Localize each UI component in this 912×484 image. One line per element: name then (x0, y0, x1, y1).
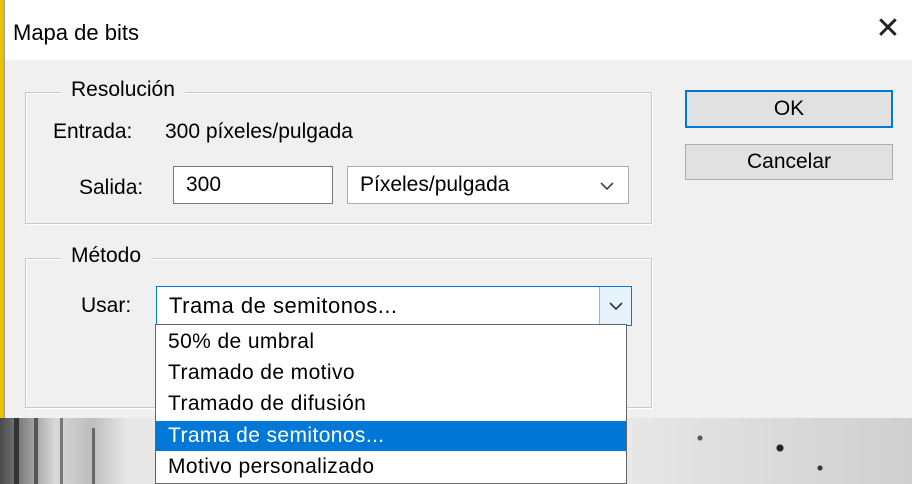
cancel-button[interactable]: Cancelar (685, 144, 893, 180)
dropdown-option-diffusion-dither[interactable]: Tramado de difusión (156, 389, 626, 419)
output-resolution-input[interactable]: 300 (173, 166, 333, 204)
combobox-dropdown-button[interactable] (599, 287, 631, 325)
resolution-group (25, 92, 652, 224)
method-combobox[interactable]: Trama de semitonos... (156, 286, 632, 326)
dropdown-option-threshold[interactable]: 50% de umbral (156, 327, 626, 357)
dropdown-option-halftone-screen[interactable]: Trama de semitonos... (156, 421, 626, 451)
chevron-down-icon (608, 301, 623, 310)
chevron-down-icon (596, 175, 618, 197)
resolution-unit-select[interactable]: Píxeles/pulgada (347, 166, 629, 204)
method-legend: Método (61, 244, 152, 268)
use-label: Usar: (81, 294, 132, 317)
resolution-unit-value: Píxeles/pulgada (360, 173, 510, 196)
resolution-legend: Resolución (61, 78, 185, 102)
output-resolution-label: Salida: (79, 176, 144, 199)
method-selected-value: Trama de semitonos... (169, 293, 398, 318)
dropdown-option-pattern-dither[interactable]: Tramado de motivo (156, 358, 626, 388)
input-resolution-value: 300 píxeles/pulgada (165, 120, 353, 143)
dialog-title: Mapa de bits (13, 20, 139, 45)
ok-button[interactable]: OK (685, 90, 893, 128)
method-dropdown-list: 50% de umbral Tramado de motivo Tramado … (155, 324, 627, 484)
input-resolution-label: Entrada: (53, 120, 133, 143)
title-bar: Mapa de bits ✕ (5, 0, 912, 60)
dropdown-option-custom-pattern[interactable]: Motivo personalizado (156, 452, 626, 482)
close-icon[interactable]: ✕ (873, 14, 903, 44)
